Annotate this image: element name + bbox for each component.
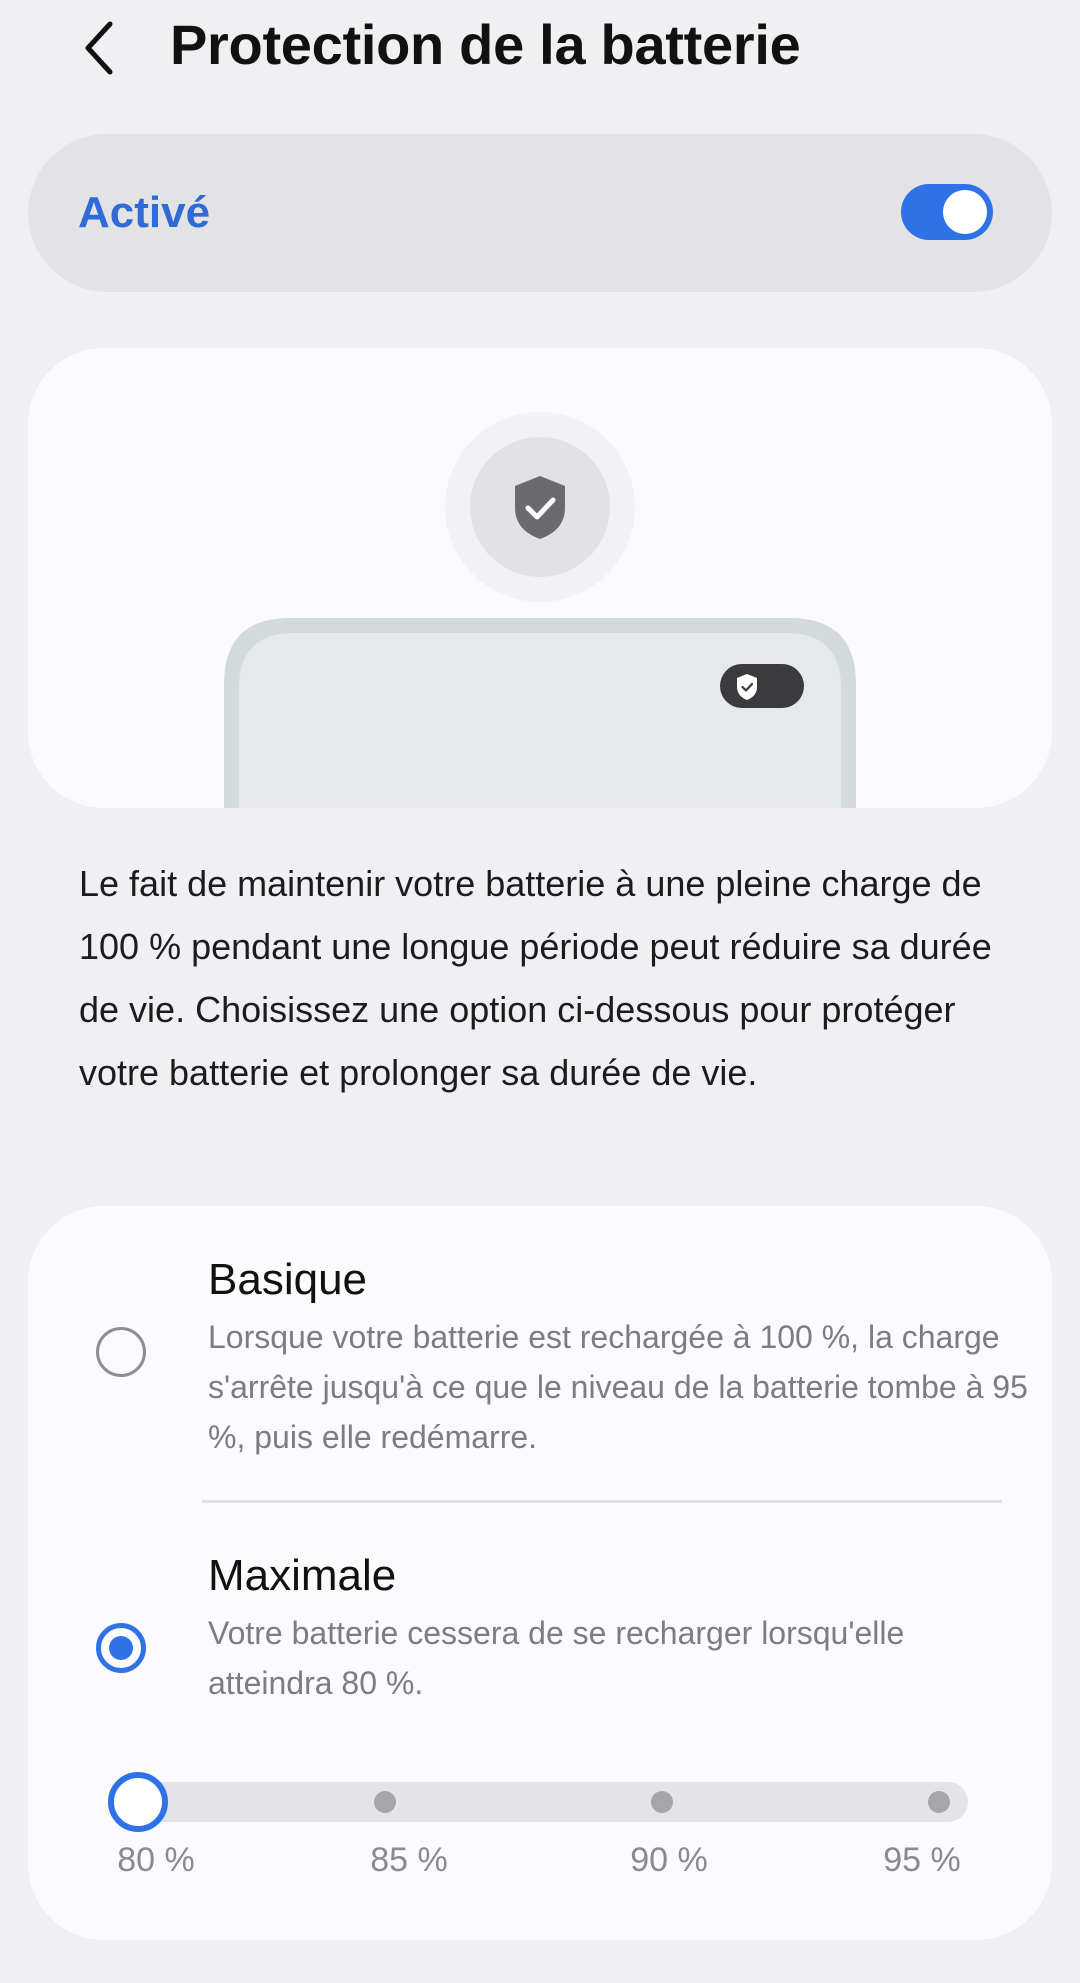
- page-title: Protection de la batterie: [170, 13, 801, 76]
- option-divider: [202, 1500, 1002, 1503]
- description-text: Le fait de maintenir votre batterie à un…: [79, 863, 992, 1093]
- slider-label-90: 90 %: [630, 1841, 708, 1879]
- status-badge: [720, 664, 804, 708]
- slider-label-80: 80 %: [117, 1841, 195, 1879]
- chevron-left-icon[interactable]: [80, 16, 120, 80]
- slider-tick-85[interactable]: [374, 1791, 396, 1813]
- switch-knob: [943, 190, 987, 234]
- option-basic-description: Lorsque votre batterie est rechargée à 1…: [208, 1319, 1028, 1455]
- app-header: Protection de la batterie: [0, 0, 1080, 92]
- master-toggle-row[interactable]: Activé: [28, 134, 1052, 292]
- phone-outline-graphic: [224, 618, 856, 808]
- master-toggle-label: Activé: [78, 188, 211, 237]
- protection-options-card: Basique Lorsque votre batterie est recha…: [28, 1206, 1052, 1940]
- option-basic[interactable]: Basique Lorsque votre batterie est recha…: [28, 1206, 1052, 1496]
- radio-selected-dot: [109, 1636, 133, 1660]
- illustration-card: [28, 348, 1052, 808]
- back-button[interactable]: [70, 8, 130, 88]
- option-basic-title: Basique: [208, 1255, 368, 1304]
- battery-protection-illustration: [224, 412, 856, 808]
- master-toggle-switch[interactable]: [901, 184, 993, 240]
- shield-check-icon: [445, 412, 635, 602]
- slider-tick-90[interactable]: [651, 1791, 673, 1813]
- slider-label-85: 85 %: [370, 1841, 448, 1879]
- slider-tick-95[interactable]: [928, 1791, 950, 1813]
- slider-label-95: 95 %: [883, 1841, 961, 1879]
- option-maximum[interactable]: Maximale Votre batterie cessera de se re…: [28, 1506, 1052, 1766]
- charge-limit-slider[interactable]: [108, 1772, 968, 1832]
- slider-thumb[interactable]: [108, 1772, 168, 1832]
- option-maximum-description: Votre batterie cessera de se recharger l…: [208, 1615, 905, 1701]
- radio-maximum[interactable]: [96, 1623, 146, 1673]
- radio-basic[interactable]: [96, 1327, 146, 1377]
- option-maximum-title: Maximale: [208, 1551, 397, 1600]
